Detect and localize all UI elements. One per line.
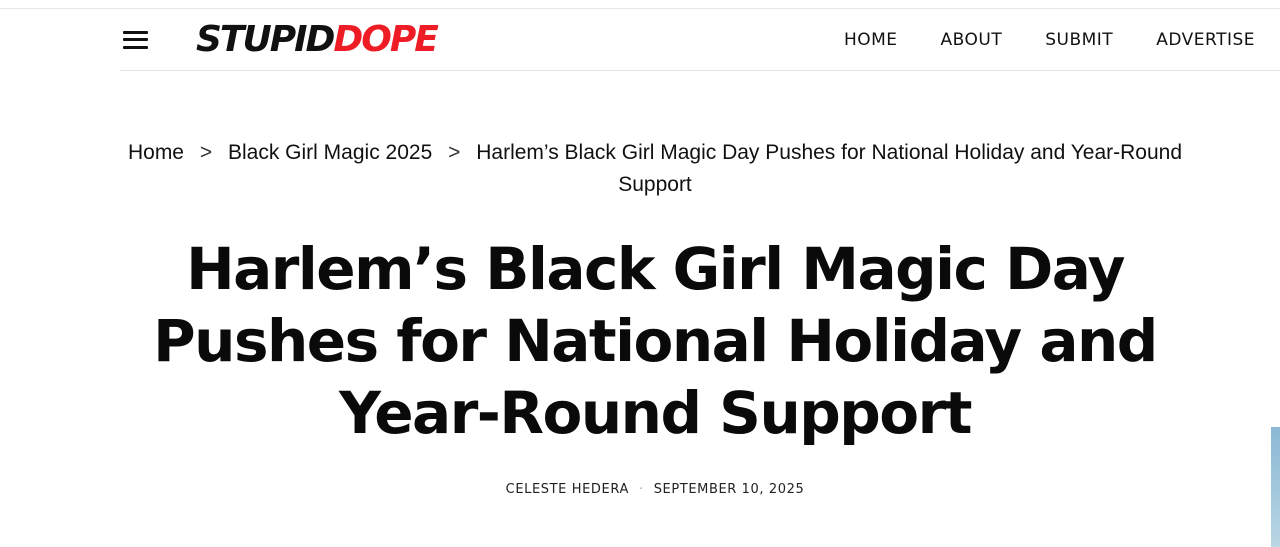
nav-about[interactable]: ABOUT <box>941 29 1003 51</box>
chevron-right-icon: > <box>448 141 461 164</box>
article-meta: CELESTE HEDERA · SEPTEMBER 10, 2025 <box>120 482 1190 497</box>
main-nav: HOME ABOUT SUBMIT ADVERTISE <box>844 29 1255 51</box>
article-date: SEPTEMBER 10, 2025 <box>653 482 805 497</box>
site-logo[interactable]: STUPIDDOPE <box>196 18 439 62</box>
nav-home[interactable]: HOME <box>844 29 898 51</box>
breadcrumb: Home > Black Girl Magic 2025 > Harlem’s Blac… <box>120 137 1190 201</box>
breadcrumb-category[interactable]: Black Girl Magic 2025 <box>228 141 432 164</box>
hamburger-menu-icon[interactable] <box>120 27 150 53</box>
top-divider <box>0 8 1280 9</box>
chevron-right-icon: > <box>199 141 213 164</box>
meta-separator: · <box>638 482 644 497</box>
article-author[interactable]: CELESTE HEDERA <box>506 482 629 497</box>
nav-submit[interactable]: SUBMIT <box>1045 29 1113 51</box>
site-header: STUPIDDOPE HOME ABOUT SUBMIT ADVERTISE <box>120 10 1280 71</box>
logo-text-dope: DOPE <box>333 19 438 60</box>
nav-advertise[interactable]: ADVERTISE <box>1156 29 1255 51</box>
article-title: Harlem’s Black Girl Magic Day Pushes for… <box>153 235 1158 447</box>
breadcrumb-home[interactable]: Home <box>128 141 184 164</box>
breadcrumb-current: Harlem’s Black Girl Magic Day Pushes for… <box>476 141 1183 196</box>
logo-text-stupid: STUPID <box>196 19 335 60</box>
side-image-edge <box>1271 427 1280 547</box>
